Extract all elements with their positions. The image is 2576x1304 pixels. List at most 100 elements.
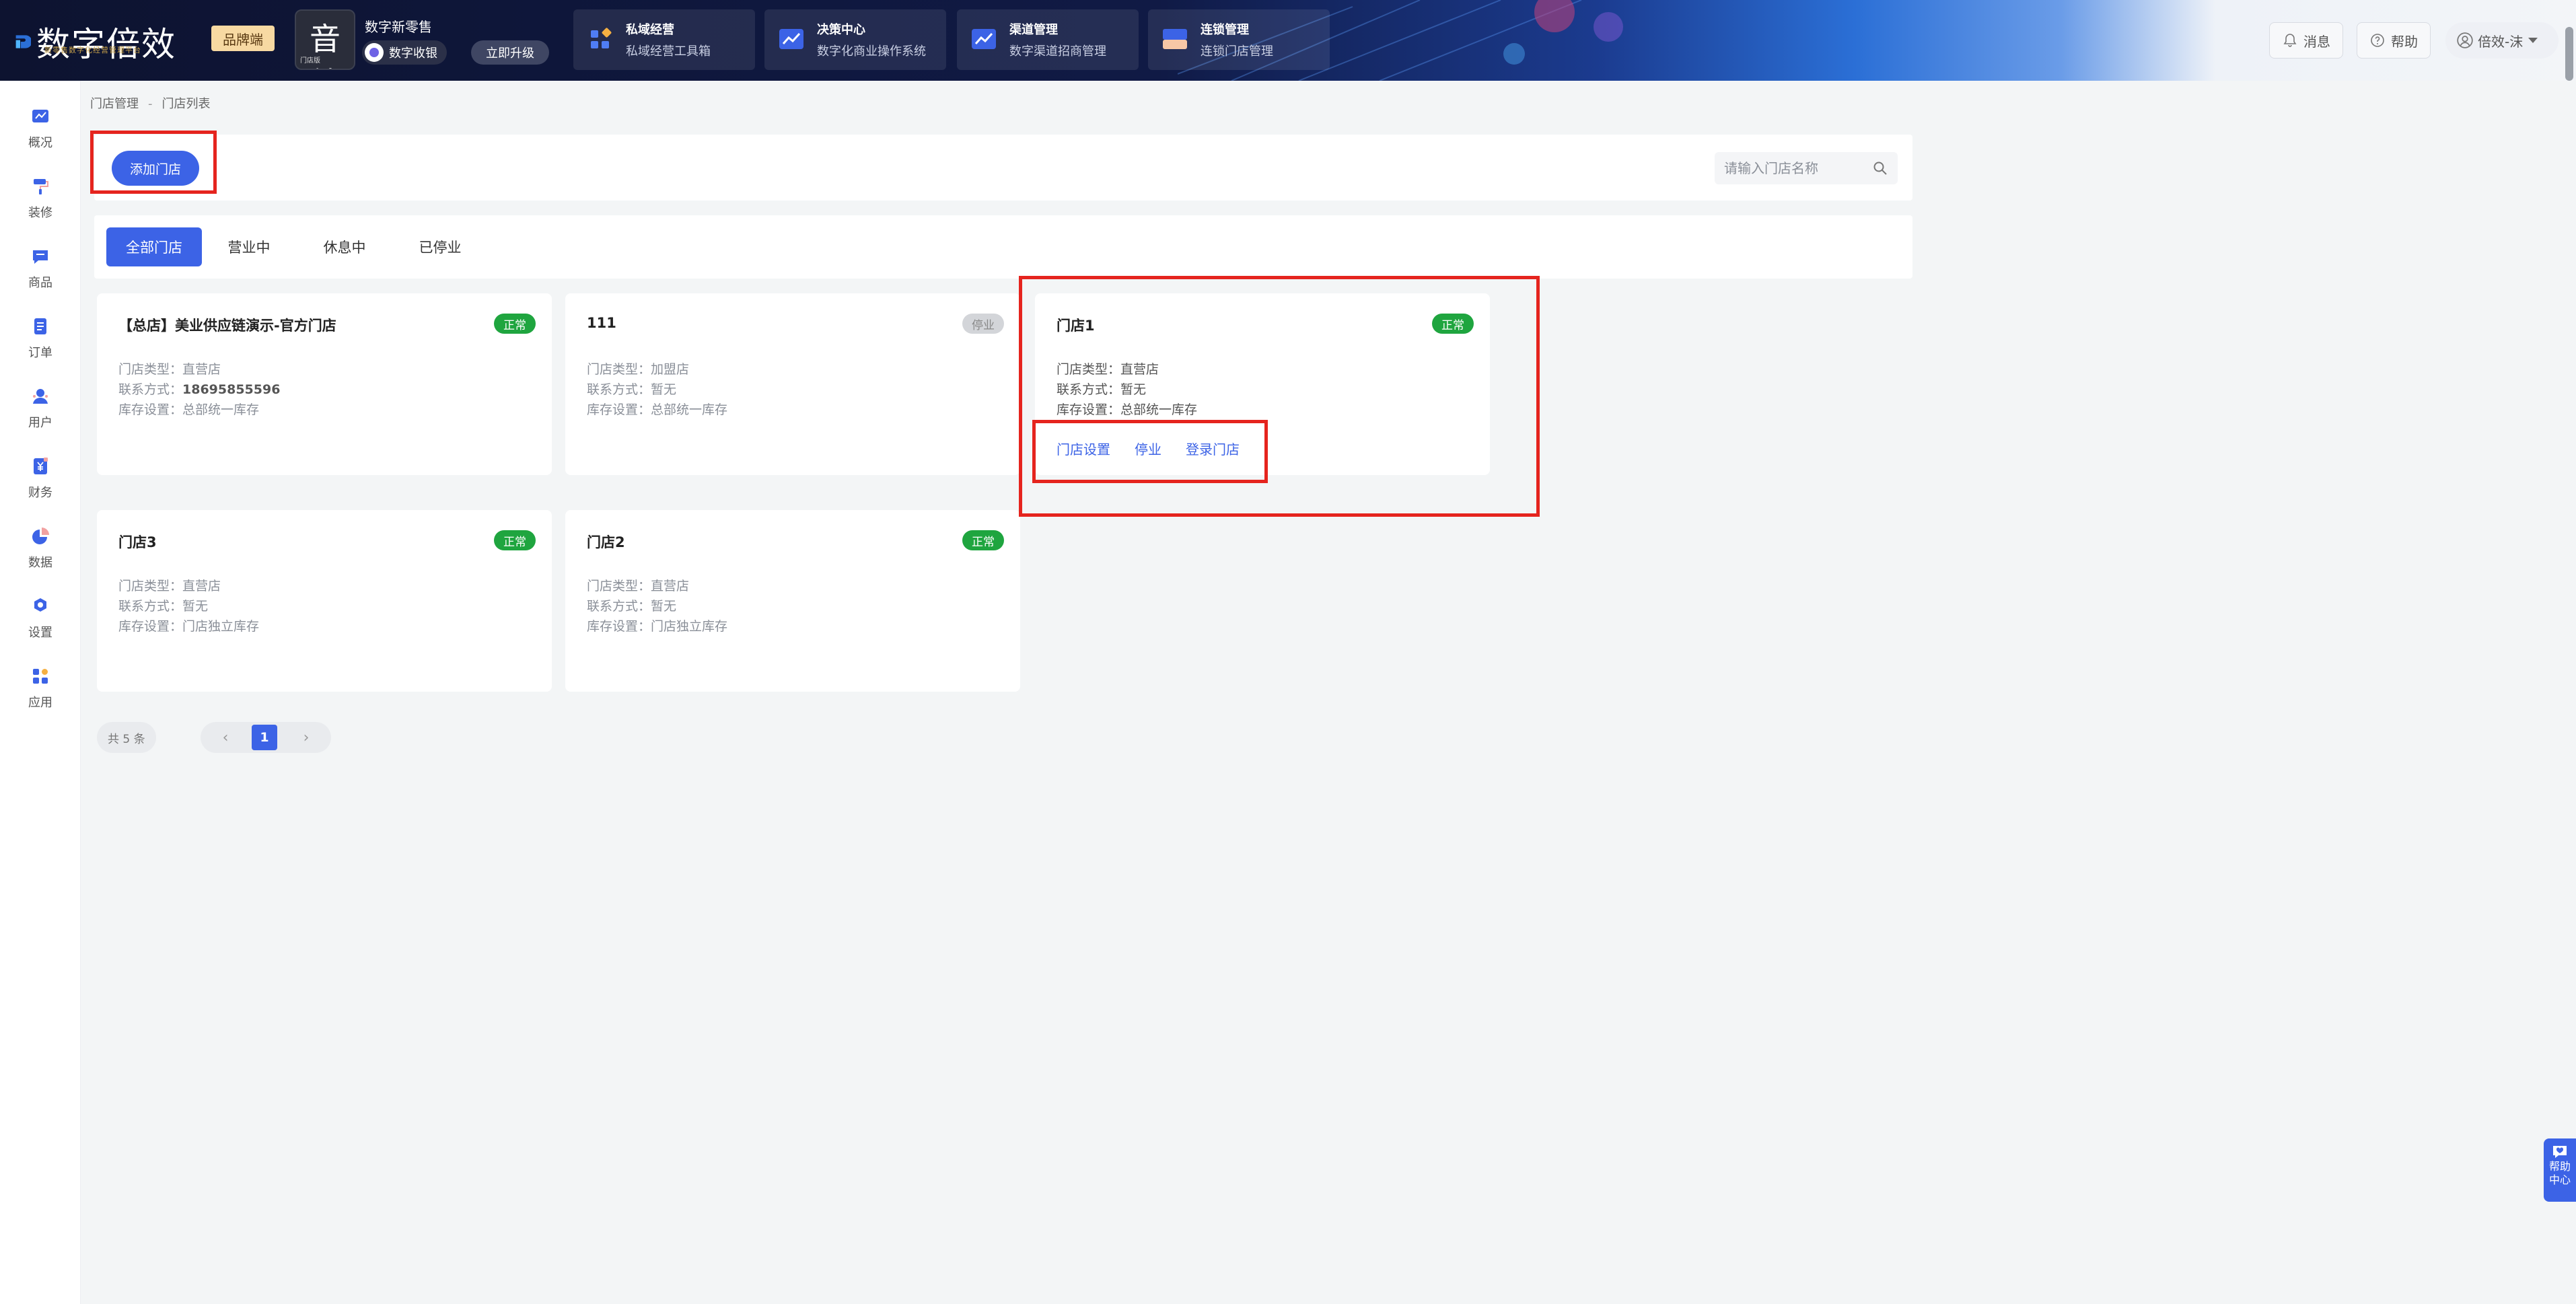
- nav-card-channel-management[interactable]: 渠道管理 数字渠道招商管理: [957, 9, 1139, 70]
- sidebar-item-label: 概况: [28, 136, 52, 150]
- stock-label: 库存设置：: [118, 619, 183, 634]
- store-card[interactable]: 门店3 正常 门店类型：直营店 联系方式：暂无 库存设置：门店独立库存: [97, 510, 552, 692]
- status-badge: 正常: [494, 314, 536, 334]
- highlight-box-store-actions: [1032, 420, 1268, 483]
- apps-grid-icon: [33, 669, 48, 684]
- stock-label: 库存设置：: [118, 402, 183, 417]
- tab-all-stores[interactable]: 全部门店: [106, 227, 202, 266]
- scrollbar[interactable]: [2565, 27, 2573, 81]
- message-label: 消息: [2303, 33, 2330, 50]
- breadcrumb-current: 门店列表: [162, 97, 211, 111]
- sidebar-item-data[interactable]: 数据: [0, 526, 81, 587]
- goods-tag-icon: [33, 250, 48, 264]
- tab-open[interactable]: 营业中: [211, 227, 287, 266]
- sidebar-item-label: 商品: [28, 276, 52, 290]
- nav-card-subtitle: 数字化商业操作系统: [817, 44, 926, 59]
- pagination-next-button[interactable]: ›: [293, 725, 319, 750]
- pie-chart-icon: [32, 528, 49, 544]
- finance-yen-icon: [34, 458, 48, 474]
- contact-value: 暂无: [182, 599, 209, 614]
- sidebar-item-label: 装修: [28, 206, 52, 220]
- contact-label: 联系方式：: [118, 382, 183, 397]
- overview-chart-icon: [32, 110, 48, 122]
- store-type-value: 加盟店: [651, 362, 690, 377]
- store-type-label: 门店类型：: [118, 579, 183, 593]
- sidebar-item-orders[interactable]: 订单: [0, 316, 81, 377]
- breadcrumb: 门店管理 - 门店列表: [90, 94, 211, 112]
- upgrade-button[interactable]: 立即升级: [471, 40, 549, 65]
- sidebar-item-label: 应用: [28, 696, 52, 710]
- store-name: 门店2: [587, 534, 625, 550]
- tab-closed[interactable]: 已停业: [402, 227, 478, 266]
- chevron-down-icon: [2528, 38, 2538, 43]
- trend-chart-icon: [779, 29, 803, 49]
- breadcrumb-separator: -: [148, 97, 153, 111]
- help-button[interactable]: 帮助: [2357, 22, 2431, 59]
- status-badge: 正常: [494, 530, 536, 550]
- shouyin-icon: [365, 43, 384, 62]
- shouyin-button[interactable]: 数字收银: [362, 40, 447, 65]
- contact-label: 联系方式：: [587, 599, 651, 614]
- question-circle-icon: [2371, 34, 2384, 47]
- stock-value: 总部统一库存: [182, 402, 260, 417]
- help-center-float[interactable]: 帮助 中心: [2544, 1138, 2576, 1202]
- nav-card-subtitle: 私域经营工具箱: [626, 44, 711, 59]
- sidebar: 概况 装修 商品 订单 用户 财务 数据 设置 应用: [0, 81, 81, 1304]
- status-badge: 停业: [962, 314, 1004, 334]
- contact-label: 联系方式：: [118, 599, 183, 614]
- pagination-prev-button[interactable]: ‹: [213, 725, 238, 750]
- user-avatar-icon: [2457, 32, 2473, 48]
- logo-subtitle: 新零售数字化经营管理平台: [44, 46, 141, 55]
- store-type-label: 门店类型：: [587, 579, 651, 593]
- store-type-label: 门店类型：: [118, 362, 183, 377]
- stock-value: 门店独立库存: [651, 619, 728, 634]
- search-icon[interactable]: [1869, 157, 1891, 179]
- sidebar-item-label: 用户: [28, 416, 52, 430]
- nav-card-decision-center[interactable]: 决策中心 数字化商业操作系统: [764, 9, 946, 70]
- store-card[interactable]: 门店2 正常 门店类型：直营店 联系方式：暂无 库存设置：门店独立库存: [565, 510, 1020, 692]
- store-name: 【总店】美业供应链演示-官方门店: [118, 318, 336, 334]
- user-menu[interactable]: 倍效-沫: [2445, 22, 2559, 59]
- grid-diamond-icon: [591, 28, 612, 48]
- paint-roller-icon: [34, 179, 48, 194]
- help-label: 帮助: [2391, 33, 2418, 50]
- store-name: 门店3: [118, 534, 157, 550]
- pagination-page-current[interactable]: 1: [252, 725, 277, 750]
- store-search: [1715, 152, 1898, 184]
- app-thumbnail-caption: 门店版: [300, 57, 320, 65]
- order-list-icon: [34, 318, 46, 334]
- brand-logo[interactable]: 数字倍效: [15, 15, 176, 69]
- pagination: ‹ 1 ›: [201, 722, 331, 753]
- sidebar-item-apps[interactable]: 应用: [0, 666, 81, 727]
- stock-value: 门店独立库存: [182, 619, 260, 634]
- breadcrumb-parent[interactable]: 门店管理: [90, 97, 139, 111]
- sidebar-item-overview[interactable]: 概况: [0, 106, 81, 167]
- store-card[interactable]: 111 停业 门店类型：加盟店 联系方式：暂无 库存设置：总部统一库存: [565, 293, 1020, 475]
- sidebar-item-users[interactable]: 用户: [0, 386, 81, 447]
- sidebar-item-decoration[interactable]: 装修: [0, 176, 81, 237]
- nav-card-title: 连锁管理: [1201, 23, 1249, 37]
- stock-value: 总部统一库存: [651, 402, 728, 417]
- shouyin-label: 数字收银: [389, 46, 437, 61]
- sidebar-item-label: 数据: [28, 556, 52, 570]
- trend-chart-icon: [972, 29, 996, 49]
- app-thumbnail[interactable]: 音效 门店版: [295, 9, 355, 70]
- store-search-input[interactable]: [1724, 160, 1865, 176]
- nav-card-private-domain[interactable]: 私域经营私域经营工具箱: [573, 9, 755, 70]
- chat-heart-icon: [2553, 1146, 2567, 1158]
- message-button[interactable]: 消息: [2269, 22, 2343, 59]
- nav-card-chain-management[interactable]: 连锁管理 连锁门店管理: [1148, 9, 1330, 70]
- sidebar-item-finance[interactable]: 财务: [0, 456, 81, 517]
- nav-card-title: 私域经营: [626, 23, 674, 37]
- sidebar-item-goods[interactable]: 商品: [0, 246, 81, 307]
- store-card[interactable]: 【总店】美业供应链演示-官方门店 正常 门店类型：直营店 联系方式：186958…: [97, 293, 552, 475]
- top-bar: 数字倍效 新零售数字化经营管理平台 品牌端 音效 门店版 数字新零售 数字收银 …: [0, 0, 2576, 81]
- tab-resting[interactable]: 休息中: [307, 227, 382, 266]
- status-badge: 正常: [962, 530, 1004, 550]
- gear-icon: [34, 598, 46, 612]
- store-type-label: 门店类型：: [587, 362, 651, 377]
- sidebar-item-label: 财务: [28, 486, 52, 500]
- contact-value: 18695855596: [182, 382, 281, 397]
- store-title: 数字新零售: [365, 19, 432, 35]
- sidebar-item-settings[interactable]: 设置: [0, 596, 81, 657]
